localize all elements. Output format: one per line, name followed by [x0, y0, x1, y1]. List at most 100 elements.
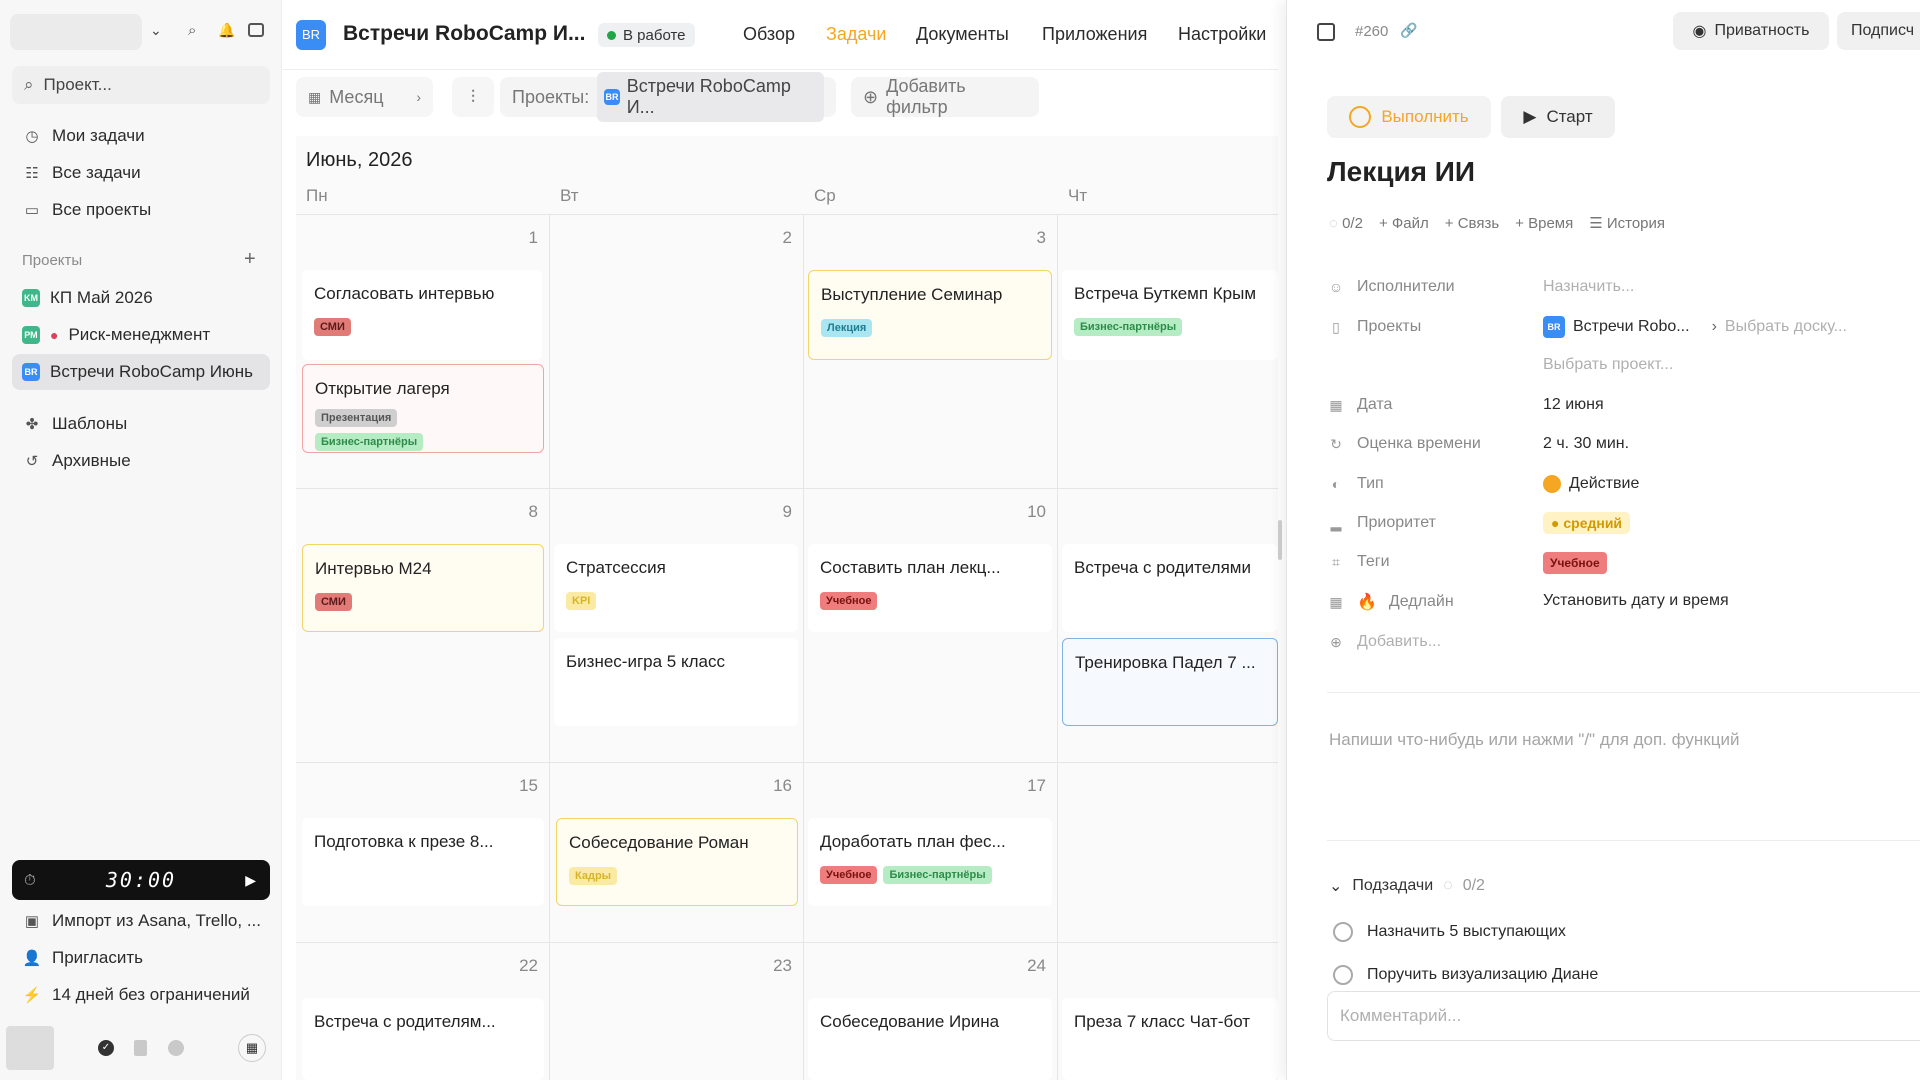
date-value[interactable]: 12 июня [1543, 396, 1604, 414]
add-file-button[interactable]: + Файл [1379, 215, 1429, 232]
privacy-button[interactable]: ◉ Приватность [1673, 12, 1829, 50]
add-time-button[interactable]: + Время [1515, 215, 1573, 232]
filter-value: Встречи RoboCamp И... [626, 76, 791, 117]
task-card[interactable]: Встреча с родителям... [302, 998, 544, 1080]
bell-icon[interactable]: 🔔 [218, 22, 235, 39]
task-card[interactable]: Подготовка к презе 8... [302, 818, 544, 906]
task-card[interactable]: Стратсессия KPI [554, 544, 798, 632]
day-number: 17 [1027, 776, 1046, 795]
type-value[interactable]: Действие [1543, 475, 1639, 493]
link-icon[interactable]: 🔗 [1400, 22, 1417, 39]
task-card[interactable]: Тренировка Падел 7 ... [1062, 638, 1278, 726]
comment-input[interactable]: Комментарий... [1327, 991, 1920, 1041]
project-search-input[interactable]: ⌕ Проект... [12, 66, 270, 104]
filter-settings-button[interactable]: ⫶ [452, 77, 494, 117]
start-button[interactable]: ▶ Старт [1501, 96, 1615, 138]
calculator-icon[interactable]: ▦ [238, 1034, 266, 1062]
play-icon[interactable]: ▶ [245, 872, 256, 889]
panel-resize-handle[interactable] [1278, 520, 1282, 560]
day-number: 16 [773, 776, 792, 795]
add-link-button[interactable]: + Связь [1445, 215, 1499, 232]
task-card[interactable]: Бизнес-игра 5 класс [554, 638, 798, 726]
task-id[interactable]: #260 [1355, 23, 1388, 40]
timer-widget[interactable]: ⏱ 30:00 ▶ [12, 860, 270, 900]
view-selector[interactable]: ▦ Месяц › [296, 77, 433, 117]
task-card[interactable]: Интервью M24 СМИ [302, 544, 544, 632]
view-label: Месяц [329, 86, 384, 107]
status-label: В работе [623, 26, 686, 44]
task-card[interactable]: Открытие лагеря Презентация Бизнес-партн… [302, 364, 544, 453]
tab-tasks[interactable]: Задачи [826, 24, 886, 45]
priority-badge[interactable]: ● средний [1543, 512, 1631, 534]
sidebar-project-kp[interactable]: KM КП Май 2026 [12, 280, 270, 316]
task-card[interactable]: Собеседование Роман Кадры [556, 818, 798, 906]
history-button[interactable]: ☰ История [1589, 214, 1665, 232]
task-card[interactable]: Встреча Буткемп Крым Бизнес-партнёры [1062, 270, 1278, 360]
task-title[interactable]: Лекция ИИ [1327, 156, 1475, 188]
prop-label-text: Проекты [1357, 318, 1422, 335]
day-number: 15 [519, 776, 538, 795]
tag-badge[interactable]: Учебное [1543, 552, 1607, 574]
trial-link[interactable]: ⚡ 14 дней без ограничений [12, 977, 270, 1013]
status-badge[interactable]: В работе [598, 23, 695, 47]
subtasks-header[interactable]: ⌄ Подзадачи ◌ 0/2 [1329, 876, 1485, 896]
sidebar-item-my-tasks[interactable]: ◷ Мои задачи [12, 118, 270, 154]
task-card[interactable]: Составить план лекц... Учебное [808, 544, 1052, 632]
project-value-text: Встречи Robo... [1573, 318, 1690, 335]
workspace-switcher[interactable] [10, 14, 142, 50]
description-editor[interactable]: Напиши что-нибудь или нажми "/" для доп.… [1329, 730, 1739, 750]
import-link[interactable]: ▣ Импорт из Asana, Trello, ... [12, 903, 270, 939]
tab-settings[interactable]: Настройки [1178, 24, 1266, 45]
search-icon[interactable]: ⌕ [188, 22, 196, 39]
day-number: 24 [1027, 956, 1046, 975]
tab-apps[interactable]: Приложения [1042, 24, 1147, 45]
sidebar-project-robocamp[interactable]: BR Встречи RoboCamp Июнь [12, 354, 270, 390]
sidebar-item-templates[interactable]: ✤ Шаблоны [12, 406, 270, 442]
task-card[interactable]: Собеседование Ирина [808, 998, 1052, 1080]
progress-meta[interactable]: ◌ 0/2 [1329, 215, 1363, 232]
task-card[interactable]: Преза 7 класс Чат-бот [1062, 998, 1278, 1080]
add-filter-button[interactable]: ⊕ Добавить фильтр [851, 76, 1039, 117]
search-placeholder: Проект... [43, 75, 112, 94]
task-card[interactable]: Встреча с родителями [1062, 544, 1278, 632]
invite-link[interactable]: 👤 Пригласить [12, 940, 270, 976]
sidebar-item-archive[interactable]: ↺ Архивные [12, 443, 270, 479]
project-filter[interactable]: Проекты: BR Встречи RoboCamp И... [500, 72, 836, 122]
pie-icon[interactable] [168, 1040, 184, 1056]
add-filter-label: Добавить фильтр [886, 76, 966, 117]
check-circle-icon[interactable]: ✓ [98, 1040, 114, 1056]
complete-button[interactable]: Выполнить [1327, 96, 1491, 138]
day-number: 8 [528, 502, 538, 521]
project-filter-chip[interactable]: BR Встречи RoboCamp И... [597, 72, 824, 122]
tab-documents[interactable]: Документы [916, 24, 1009, 45]
deadline-value[interactable]: Установить дату и время [1543, 592, 1729, 610]
trello-icon: ▣ [24, 913, 40, 930]
sidebar-toggle-icon[interactable] [248, 23, 264, 37]
sidebar-item-all-tasks[interactable]: ☷ Все задачи [12, 155, 270, 191]
choose-project[interactable]: Выбрать проект... [1543, 356, 1673, 374]
add-property-button[interactable]: ⊕ Добавить... [1327, 633, 1441, 651]
day-number: 3 [1036, 228, 1046, 247]
chevron-down-icon[interactable]: ⌄ [150, 22, 162, 39]
tab-overview[interactable]: Обзор [743, 24, 795, 45]
avatar[interactable] [6, 1026, 54, 1070]
task-card[interactable]: Доработать план фес... Учебное Бизнес-пар… [808, 818, 1052, 906]
project-value[interactable]: BR Встречи Robo... › Выбрать доску... [1543, 316, 1847, 338]
file-icon[interactable] [134, 1040, 147, 1056]
assignees-value[interactable]: Назначить... [1543, 278, 1634, 296]
task-card[interactable]: Согласовать интервью СМИ [302, 270, 542, 360]
checkbox[interactable] [1333, 922, 1353, 942]
board-select[interactable]: Выбрать доску... [1725, 318, 1847, 336]
estimate-value[interactable]: 2 ч. 30 мин. [1543, 435, 1629, 453]
subscribe-button[interactable]: Подписч [1837, 12, 1920, 50]
subtask-item[interactable]: Поручить визуализацию Диане [1333, 965, 1598, 985]
add-project-icon[interactable]: + [244, 248, 256, 271]
panel-toggle-icon[interactable] [1317, 23, 1335, 41]
subtask-item[interactable]: Назначить 5 выступающих [1333, 922, 1566, 942]
link-label: Связь [1457, 214, 1500, 232]
sidebar-project-risk[interactable]: РМ ● Риск-менеджмент [12, 317, 270, 353]
sidebar-item-all-projects[interactable]: ▭ Все проекты [12, 192, 270, 228]
project-title[interactable]: Встречи RoboCamp И... [343, 22, 585, 46]
task-card[interactable]: Выступление Семинар Лекция [808, 270, 1052, 360]
checkbox[interactable] [1333, 965, 1353, 985]
